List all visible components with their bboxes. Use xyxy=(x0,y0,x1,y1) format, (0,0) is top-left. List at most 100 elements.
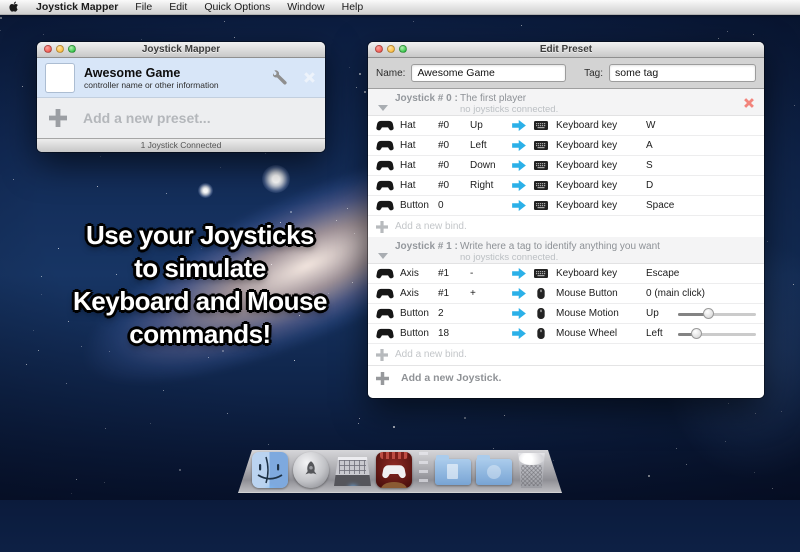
bind-slider[interactable] xyxy=(678,308,756,320)
add-preset-row[interactable]: Add a new preset... xyxy=(37,98,325,138)
bind-target-kind: Keyboard key xyxy=(556,160,646,171)
bind-source-id: #0 xyxy=(438,120,470,131)
bind-source-id: 18 xyxy=(438,328,470,339)
maps-to-arrow-icon xyxy=(512,180,526,191)
bind-source-id: 0 xyxy=(438,200,470,211)
bind-row[interactable]: Axis #1 - Keyboard key Escape xyxy=(368,264,764,283)
joystick-section-tag[interactable]: Write here a tag to identify anything yo… xyxy=(460,241,660,252)
close-button[interactable] xyxy=(375,45,383,53)
zoom-button[interactable] xyxy=(399,45,407,53)
bind-source-direction: + xyxy=(470,288,506,299)
target-device-icon xyxy=(534,200,548,211)
downloads-folder-dock-icon[interactable] xyxy=(476,459,512,485)
bind-target-kind: Mouse Motion xyxy=(556,308,646,319)
maps-to-arrow-icon xyxy=(512,328,526,339)
bind-slider[interactable] xyxy=(678,328,756,340)
disclosure-triangle-icon[interactable] xyxy=(378,98,388,104)
target-device-icon xyxy=(534,140,548,151)
add-bind-label: Add a new bind. xyxy=(395,349,467,360)
documents-folder-dock-icon[interactable] xyxy=(435,459,471,485)
bind-source-kind: Hat xyxy=(400,140,438,151)
bind-source-kind: Axis xyxy=(400,268,438,279)
bind-row[interactable]: Button 18 Mouse Wheel Left xyxy=(368,323,764,343)
menu-item-help[interactable]: Help xyxy=(342,1,364,13)
target-device-icon xyxy=(534,120,548,131)
maps-to-arrow-icon xyxy=(512,288,526,299)
bind-row[interactable]: Axis #1 + Mouse Button 0 (main click) xyxy=(368,283,764,303)
joystick-section-status: no joysticks connected. xyxy=(460,252,558,263)
plus-icon xyxy=(49,109,67,127)
maps-to-arrow-icon xyxy=(512,140,526,151)
target-device-icon xyxy=(534,328,548,339)
bind-row[interactable]: Hat #0 Right Keyboard key D xyxy=(368,175,764,195)
preset-list-item-selected[interactable]: Awesome Game controller name or other in… xyxy=(37,58,325,98)
gamepad-icon xyxy=(376,200,394,211)
bind-row[interactable]: Hat #0 Up Keyboard key W xyxy=(368,116,764,135)
bind-row[interactable]: Hat #0 Down Keyboard key S xyxy=(368,155,764,175)
finder-dock-icon[interactable] xyxy=(252,452,288,488)
bind-source-kind: Hat xyxy=(400,180,438,191)
preset-window-titlebar[interactable]: Joystick Mapper xyxy=(37,42,325,58)
maps-to-arrow-icon xyxy=(512,268,526,279)
add-bind-label: Add a new bind. xyxy=(395,221,467,232)
joystick-section-header: Joystick # 0 : The first player no joyst… xyxy=(368,89,764,116)
slider-thumb[interactable] xyxy=(703,308,714,319)
bind-target-kind: Keyboard key xyxy=(556,268,646,279)
maps-to-arrow-icon xyxy=(512,120,526,131)
gamepad-icon xyxy=(376,328,394,339)
maps-to-arrow-icon xyxy=(512,200,526,211)
bind-source-id: #1 xyxy=(438,268,470,279)
zoom-button[interactable] xyxy=(68,45,76,53)
menu-bar: Joystick Mapper File Edit Quick Options … xyxy=(0,0,800,15)
gamepad-icon xyxy=(376,180,394,191)
menu-item-file[interactable]: File xyxy=(135,1,152,13)
delete-preset-icon[interactable] xyxy=(303,71,316,84)
bind-row[interactable]: Button 0 Keyboard key Space xyxy=(368,195,764,215)
add-bind-row[interactable]: Add a new bind. xyxy=(368,215,764,237)
add-preset-label: Add a new preset... xyxy=(83,110,211,126)
add-joystick-label: Add a new Joystick. xyxy=(401,372,501,384)
status-bar: 1 Joystick Connected xyxy=(37,138,325,152)
tag-label: Tag: xyxy=(584,68,603,79)
minimize-button[interactable] xyxy=(387,45,395,53)
minimize-button[interactable] xyxy=(56,45,64,53)
menu-app-name[interactable]: Joystick Mapper xyxy=(36,1,118,13)
menu-item-edit[interactable]: Edit xyxy=(169,1,187,13)
bind-target-kind: Keyboard key xyxy=(556,180,646,191)
tagline-line: to simulate xyxy=(18,252,382,285)
joystick-mapper-dock-icon[interactable] xyxy=(376,452,412,488)
bind-target-value: W xyxy=(646,120,764,131)
menu-item-window[interactable]: Window xyxy=(287,1,324,13)
bind-target-value: Escape xyxy=(646,268,764,279)
keyboard-app-dock-icon[interactable] xyxy=(334,457,371,486)
apple-menu-icon[interactable] xyxy=(9,1,19,13)
bind-target-value: S xyxy=(646,160,764,171)
joystick-section: Joystick # 0 : The first player no joyst… xyxy=(368,89,764,237)
joystick-section-tag[interactable]: The first player xyxy=(460,93,526,104)
name-input[interactable] xyxy=(411,64,566,82)
bind-target-value: A xyxy=(646,140,764,151)
disclosure-triangle-icon[interactable] xyxy=(378,246,388,252)
wrench-edit-icon[interactable] xyxy=(273,70,289,86)
menu-item-quick-options[interactable]: Quick Options xyxy=(204,1,270,13)
add-joystick-row[interactable]: Add a new Joystick. xyxy=(368,365,764,390)
remove-joystick-button[interactable] xyxy=(743,96,755,108)
edit-window-titlebar[interactable]: Edit Preset xyxy=(368,42,764,58)
joystick-section-label: Joystick # 0 : xyxy=(395,93,458,104)
preset-subtitle: controller name or other information xyxy=(84,80,273,90)
tagline-line: commands! xyxy=(18,318,382,351)
close-button[interactable] xyxy=(44,45,52,53)
joystick-mapper-window: Joystick Mapper Awesome Game controller … xyxy=(37,42,325,152)
slider-thumb[interactable] xyxy=(691,328,702,339)
add-bind-row[interactable]: Add a new bind. xyxy=(368,343,764,365)
bind-source-kind: Hat xyxy=(400,120,438,131)
target-device-icon xyxy=(534,180,548,191)
bind-row[interactable]: Button 2 Mouse Motion Up xyxy=(368,303,764,323)
bind-row[interactable]: Hat #0 Left Keyboard key A xyxy=(368,135,764,155)
trash-dock-icon[interactable] xyxy=(517,453,546,488)
launchpad-dock-icon[interactable] xyxy=(293,452,329,488)
window-bottom-padding xyxy=(368,390,764,398)
bind-target-kind: Mouse Button xyxy=(556,288,646,299)
preset-form-bar: Name: Tag: xyxy=(368,58,764,89)
tag-input[interactable] xyxy=(609,64,756,82)
